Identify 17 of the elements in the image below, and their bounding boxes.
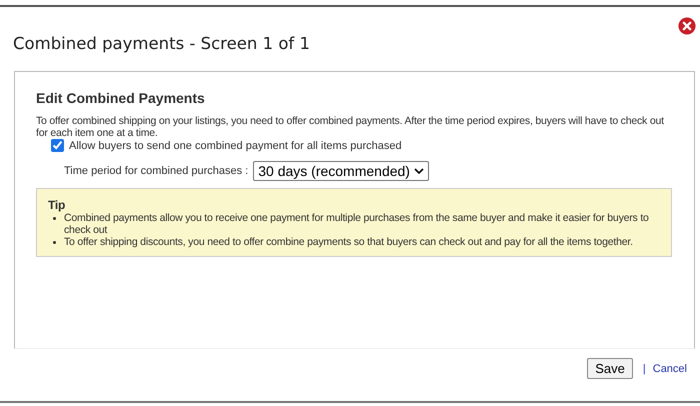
bullet-icon [53,241,56,244]
checkbox[interactable] [51,139,64,152]
intro-text: To offer combined shipping on your listings, you need to offer combined payments. After the time period expires, buyers will have to check out for each item one at a time. [36,115,665,139]
tip-text: Combined payments allow you to receive one payment for multiple purchases from the same buyer and make it easier for buyers to check out [64,212,650,236]
cancel-link[interactable]: Cancel [652,362,687,374]
checkbox-label: Allow buyers to send one combined payment for all items purchased [69,140,402,152]
bullet-icon [53,217,56,220]
save-button[interactable]: Save [587,358,633,379]
dialog-title: Combined payments - Screen 1 of 1 [13,34,310,53]
field-label: Time period for combined purchases : [64,165,248,177]
section-heading: Edit Combined Payments [36,90,206,106]
chevron-icon [414,168,424,174]
tip-text: To offer shipping discounts, you need to offer combine payments so that buyers can check out and pay for all the items together. [64,236,633,248]
period-dropdown[interactable]: 30 days (recommended) [253,161,429,181]
tip-title: Tip [48,198,66,212]
close-icon[interactable] [678,17,696,35]
separator: | [642,362,646,374]
